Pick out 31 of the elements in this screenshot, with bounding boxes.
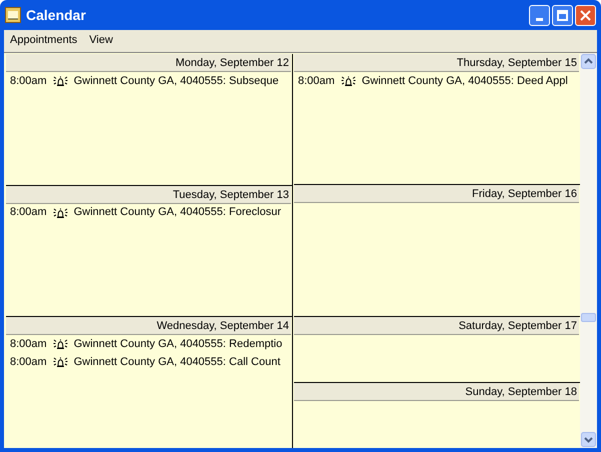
day-header: Sunday, September 18 [294, 382, 579, 401]
scroll-down-icon[interactable] [581, 432, 596, 447]
appointment-title[interactable]: Gwinnett County GA, 4040555: Subseque [74, 72, 279, 90]
scrollbar[interactable] [580, 53, 597, 448]
day-header: Wednesday, September 14 [6, 317, 291, 336]
appointment-time: 8:00am [10, 355, 47, 370]
day-header: Thursday, September 15 [294, 54, 579, 72]
appointment-time: 8:00am [10, 337, 47, 352]
menu-item[interactable]: Appointments [10, 32, 78, 48]
menu-item[interactable]: View [89, 32, 113, 48]
window-title: Calendar [26, 6, 86, 24]
minimize-button[interactable] [529, 4, 550, 26]
appointment-time: 8:00am [10, 205, 47, 220]
day-header: Monday, September 12 [6, 54, 291, 72]
minimize-icon [536, 18, 543, 20]
appointment-time: 8:00am [10, 74, 47, 89]
scroll-thumb[interactable] [581, 313, 596, 322]
day-header: Friday, September 16 [294, 185, 579, 204]
day-header: Saturday, September 17 [294, 316, 579, 335]
appointment-title[interactable]: Gwinnett County GA, 4040555: Foreclosur [74, 204, 281, 221]
maximize-button[interactable] [552, 4, 573, 26]
appointment-title[interactable]: Gwinnett County GA, 4040555: Call Count [74, 354, 280, 371]
appointment-title[interactable]: Gwinnett County GA, 4040555: Deed Appl [362, 72, 568, 90]
appointment-time: 8:00am [298, 74, 335, 89]
close-button[interactable] [575, 4, 596, 26]
appointment-title[interactable]: Gwinnett County GA, 4040555: Redemptio [74, 336, 282, 353]
scroll-up-icon[interactable] [581, 54, 596, 69]
maximize-icon [557, 10, 568, 20]
day-header: Tuesday, September 13 [6, 186, 291, 204]
app-icon [5, 7, 21, 23]
close-icon [580, 10, 591, 20]
